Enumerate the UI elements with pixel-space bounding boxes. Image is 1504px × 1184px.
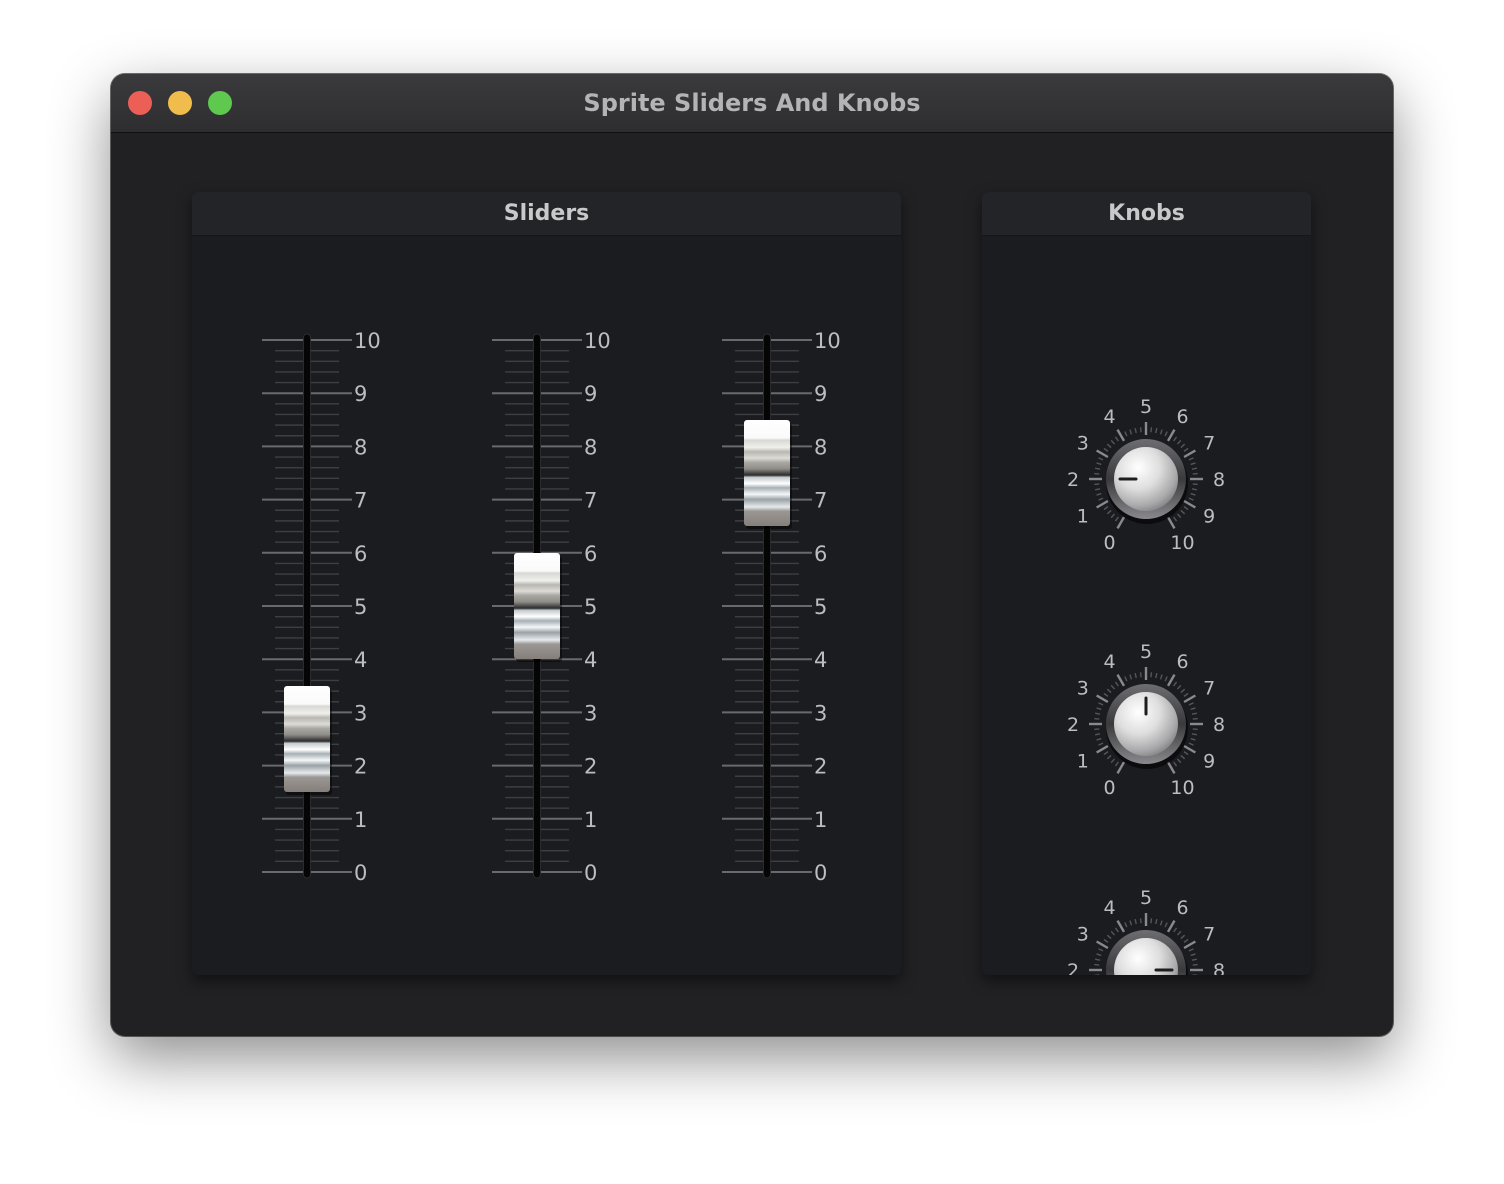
- sliders-area: 0 1 2 3 4 5 6 7 8 9 10 0 1 2 3 4 5 6 7 8 9 10 0 1 2 3 4 5 6 7 8 9 10: [262, 329, 841, 885]
- slider-scale-label: 9: [814, 382, 827, 406]
- slider-scale-label: 3: [354, 701, 367, 725]
- slider-scale-label: 3: [814, 701, 827, 725]
- knob-scale-label: 9: [1203, 506, 1215, 528]
- knob-scale-label: 2: [1067, 960, 1079, 975]
- slider-scale-label: 9: [584, 382, 597, 406]
- knob-scale-label: 3: [1077, 433, 1089, 455]
- title-bar[interactable]: Sprite Sliders And Knobs: [111, 74, 1393, 133]
- knob-scale-label: 7: [1203, 678, 1215, 700]
- knob-scale-label: 8: [1213, 960, 1225, 975]
- knob-scale-label: 1: [1077, 751, 1089, 773]
- knob-scale-label: 6: [1176, 651, 1188, 673]
- slider-scale-label: 6: [354, 542, 367, 566]
- knob-scale-label: 5: [1140, 396, 1152, 418]
- window-title: Sprite Sliders And Knobs: [583, 89, 921, 117]
- slider-scale-label: 2: [584, 755, 597, 779]
- slider-scale-label: 9: [354, 382, 367, 406]
- slider-scale-label: 5: [354, 595, 367, 619]
- knob-scale-label: 5: [1140, 641, 1152, 663]
- knob-scale-label: 5: [1140, 887, 1152, 909]
- slider-scale-label: 10: [814, 329, 841, 353]
- slider-scale-label: 0: [354, 861, 367, 885]
- slider-2[interactable]: 0 1 2 3 4 5 6 7 8 9 10: [492, 329, 611, 885]
- slider-scale-label: 0: [584, 861, 597, 885]
- slider-scale-label: 5: [584, 595, 597, 619]
- slider-scale-label: 6: [584, 542, 597, 566]
- slider-scale-label: 0: [814, 861, 827, 885]
- knob-scale-label: 0: [1103, 532, 1115, 554]
- slider-1[interactable]: 0 1 2 3 4 5 6 7 8 9 10: [262, 329, 381, 885]
- slider-scale-label: 5: [814, 595, 827, 619]
- knob-scale-label: 8: [1213, 469, 1225, 491]
- knob-scale-label: 4: [1103, 651, 1115, 673]
- knob-scale-label: 1: [1077, 506, 1089, 528]
- knob-scale-label: 7: [1203, 924, 1215, 946]
- slider-scale-label: 7: [584, 489, 597, 513]
- slider-thumb[interactable]: [514, 553, 562, 662]
- slider-scale-label: 7: [814, 489, 827, 513]
- knob-scale-label: 10: [1170, 777, 1194, 799]
- slider-scale-label: 10: [584, 329, 611, 353]
- slider-track[interactable]: [763, 333, 771, 879]
- knob-scale-label: 4: [1103, 406, 1115, 428]
- knob-scale-label: 3: [1077, 924, 1089, 946]
- knob-3[interactable]: 012345678910: [1067, 887, 1225, 975]
- slider-scale-label: 4: [814, 648, 827, 672]
- slider-scale-label: 1: [584, 808, 597, 832]
- slider-scale-label: 1: [354, 808, 367, 832]
- knob-1[interactable]: 01 2 34 5 67 8 9 10: [1067, 396, 1225, 554]
- slider-scale-label: 8: [814, 435, 827, 459]
- knob-scale-label: 2: [1067, 714, 1079, 736]
- knob-scale-label: 4: [1103, 897, 1115, 919]
- app-window: Sprite Sliders And Knobs Sliders 0123456…: [111, 74, 1393, 1036]
- knob-scale-label: 2: [1067, 469, 1079, 491]
- knob-scale-label: 10: [1170, 532, 1194, 554]
- knobs-panel: Knobs 0123456789100123456789100123456789…: [982, 192, 1311, 975]
- knob-scale-label: 0: [1103, 777, 1115, 799]
- slider-scale-label: 1: [814, 808, 827, 832]
- slider-scale-label: 4: [584, 648, 597, 672]
- knob-scale-label: 8: [1213, 714, 1225, 736]
- knob-scale-label: 7: [1203, 433, 1215, 455]
- slider-thumb[interactable]: [744, 420, 792, 529]
- slider-track[interactable]: [303, 333, 311, 879]
- slider-scale-label: 10: [354, 329, 381, 353]
- knob-scale-label: 9: [1203, 751, 1215, 773]
- knob-2[interactable]: 01 2 34 5 67 8 9 10: [1067, 641, 1225, 799]
- slider-scale-label: 8: [584, 435, 597, 459]
- slider-scale-label: 3: [584, 701, 597, 725]
- sliders-panel: Sliders 0 1 2 3 4 5 6 7 8 9 10 0 1 2 3 4 5 6 7 8 9 10 0 1 2 3 4 5 6 7…: [192, 192, 901, 975]
- knob-scale-label: 3: [1077, 678, 1089, 700]
- slider-scale-label: 2: [814, 755, 827, 779]
- knob-scale-label: 6: [1176, 406, 1188, 428]
- knobs-area: 012345678910012345678910012345678910: [1067, 396, 1225, 975]
- slider-thumb[interactable]: [284, 686, 332, 795]
- slider-3[interactable]: 0 1 2 3 4 5 6 7 8 9 10: [722, 329, 841, 885]
- knob-scale-label: 6: [1176, 897, 1188, 919]
- slider-scale-label: 8: [354, 435, 367, 459]
- slider-scale-label: 4: [354, 648, 367, 672]
- slider-scale-label: 6: [814, 542, 827, 566]
- slider-scale-label: 7: [354, 489, 367, 513]
- slider-scale-label: 2: [354, 755, 367, 779]
